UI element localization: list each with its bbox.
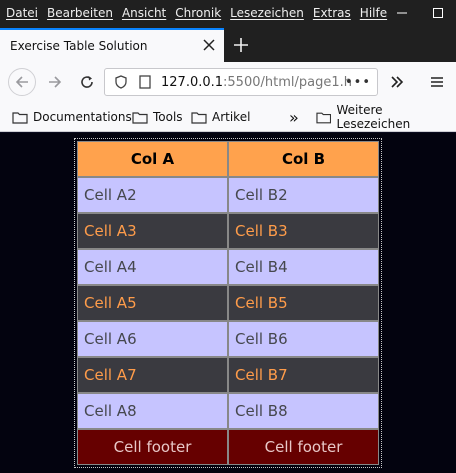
table-row: Cell A7 Cell B7 — [77, 357, 379, 393]
navigation-bar: 127.0.0.1:5500/html/page1.h ••• — [0, 62, 456, 102]
double-chevron-icon — [391, 76, 404, 88]
table-row: Cell A4 Cell B4 — [77, 249, 379, 285]
table-cell: Cell B8 — [228, 393, 379, 429]
bookmark-label: Artikel — [212, 110, 251, 124]
table-row: Cell A3 Cell B3 — [77, 213, 379, 249]
table-cell: Cell B5 — [228, 285, 379, 321]
tab-strip: Exercise Table Solution — [0, 26, 456, 62]
menu-hilfe[interactable]: Hilfe — [360, 6, 387, 20]
minimize-icon — [397, 12, 407, 14]
menu-chronik[interactable]: Chronik — [175, 6, 221, 20]
reload-icon — [81, 76, 93, 88]
table-row: Cell A6 Cell B6 — [77, 321, 379, 357]
new-tab-icon[interactable] — [232, 36, 250, 54]
window-controls — [384, 0, 456, 26]
hamburger-icon — [431, 77, 443, 87]
table-row: Cell A5 Cell B5 — [77, 285, 379, 321]
menu-extras[interactable]: Extras — [313, 6, 351, 20]
table-cell: Cell A5 — [77, 285, 228, 321]
column-header: Col B — [228, 141, 379, 177]
table-cell: Cell A6 — [77, 321, 228, 357]
table-cell: Cell A4 — [77, 249, 228, 285]
minimize-button[interactable] — [384, 0, 420, 26]
exercise-table: Col A Col B Cell A2 Cell B2 Cell A3 Cell… — [77, 141, 379, 465]
shield-icon[interactable] — [113, 74, 129, 90]
url-bar[interactable]: 127.0.0.1:5500/html/page1.h ••• — [104, 68, 378, 96]
bookmark-folder-artikel[interactable]: Artikel — [191, 109, 250, 125]
bookmark-folder-tools[interactable]: Tools — [132, 109, 183, 125]
page-actions-button[interactable]: ••• — [345, 75, 371, 90]
table-cell: Cell B6 — [228, 321, 379, 357]
table-header-row: Col A Col B — [77, 141, 379, 177]
url-path: :5500/html/page1.h — [223, 74, 352, 90]
table-row: Cell A8 Cell B8 — [77, 393, 379, 429]
arrow-left-icon — [15, 76, 28, 88]
menu-datei[interactable]: Datei — [6, 6, 38, 20]
double-chevron-icon: » — [289, 107, 299, 127]
table-cell: Cell B2 — [228, 177, 379, 213]
overflow-menu-button[interactable] — [384, 70, 410, 94]
bookmarks-overflow-button[interactable]: » — [289, 107, 299, 127]
table-cell: Cell B3 — [228, 213, 379, 249]
reload-button[interactable] — [74, 70, 100, 94]
back-button[interactable] — [8, 68, 36, 96]
folder-icon — [191, 111, 207, 124]
bookmark-folder-documentations[interactable]: Documentations — [12, 109, 132, 125]
folder-icon — [12, 111, 28, 124]
bookmark-folder-other[interactable]: Weitere Lesezeichen — [316, 103, 456, 131]
app-menu-button[interactable] — [424, 70, 450, 94]
maximize-icon — [433, 8, 443, 18]
footer-cell: Cell footer — [77, 429, 228, 465]
folder-icon — [132, 111, 148, 124]
table-row: Cell A2 Cell B2 — [77, 177, 379, 213]
bookmark-label: Documentations — [33, 110, 132, 124]
footer-cell: Cell footer — [228, 429, 379, 465]
arrow-right-icon — [49, 76, 62, 88]
table-container: Col A Col B Cell A2 Cell B2 Cell A3 Cell… — [74, 138, 382, 468]
column-header: Col A — [77, 141, 228, 177]
bookmark-label: Tools — [153, 110, 183, 124]
folder-icon — [316, 112, 332, 123]
tab-title: Exercise Table Solution — [10, 39, 148, 53]
forward-button[interactable] — [42, 70, 68, 94]
page-viewport: Col A Col B Cell A2 Cell B2 Cell A3 Cell… — [0, 133, 456, 473]
table-cell: Cell A3 — [77, 213, 228, 249]
table-footer-row: Cell footer Cell footer — [77, 429, 379, 465]
bookmark-label: Weitere Lesezeichen — [336, 103, 411, 131]
bookmarks-bar: Documentations Tools Artikel » Weitere L… — [0, 102, 456, 132]
menu-bearbeiten[interactable]: Bearbeiten — [47, 6, 113, 20]
url-host: 127.0.0.1 — [161, 74, 224, 90]
close-icon[interactable] — [202, 38, 216, 52]
maximize-button[interactable] — [420, 0, 456, 26]
table-cell: Cell A7 — [77, 357, 228, 393]
table-cell: Cell B7 — [228, 357, 379, 393]
table-cell: Cell A8 — [77, 393, 228, 429]
table-cell: Cell B4 — [228, 249, 379, 285]
table-cell: Cell A2 — [77, 177, 228, 213]
page-info-icon[interactable] — [137, 74, 153, 90]
menu-ansicht[interactable]: Ansicht — [122, 6, 166, 20]
tab-active[interactable]: Exercise Table Solution — [0, 28, 224, 62]
menu-lesezeichen[interactable]: Lesezeichen — [230, 6, 304, 20]
